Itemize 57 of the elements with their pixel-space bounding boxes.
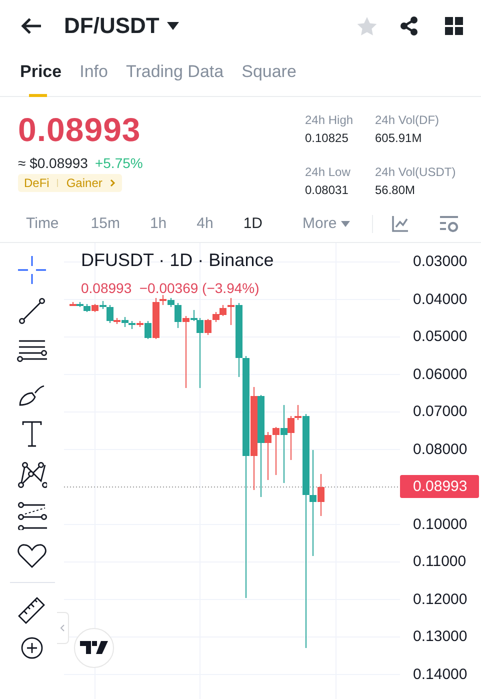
back-button[interactable]: [20, 17, 42, 36]
price-axis-label: 0.05000: [413, 328, 468, 346]
stat-value: 56.80M: [375, 183, 416, 198]
chart-type-icon[interactable]: [390, 214, 409, 233]
text-tool-icon[interactable]: [20, 420, 44, 448]
interval-tab[interactable]: More: [302, 215, 350, 232]
tab[interactable]: Info: [80, 52, 108, 97]
share-icon[interactable]: [399, 16, 419, 36]
tab[interactable]: Trading Data: [126, 52, 224, 97]
price-axis-label: 0.14000: [413, 666, 468, 684]
stat-value: 0.08031: [305, 183, 350, 198]
ruler-icon[interactable]: [17, 596, 47, 624]
grid-icon[interactable]: [445, 17, 463, 36]
price-axis-label: 0.08000: [413, 440, 468, 458]
heart-icon[interactable]: [17, 543, 47, 569]
chart-quote: 0.08993 −0.00369 (−3.94%): [81, 280, 260, 296]
price-axis-label: 0.11000: [413, 553, 466, 571]
stat-label: 24h Vol(USDT): [375, 165, 457, 180]
trend-line-icon[interactable]: [18, 297, 46, 325]
last-price: 0.08993: [18, 110, 142, 149]
price-axis-label: 0.07000: [413, 403, 468, 421]
tab[interactable]: Square: [242, 52, 296, 97]
chart-title: DFUSDT · 1D · Binance: [81, 250, 274, 271]
tradingview-logo-icon[interactable]: [74, 628, 114, 668]
price-axis-label: 0.13000: [413, 628, 468, 646]
crosshair-icon[interactable]: [18, 256, 46, 284]
price-change: +5.75%: [94, 154, 143, 171]
chevron-icon: [110, 178, 116, 187]
caret-icon[interactable]: [167, 22, 180, 30]
settings-icon[interactable]: [438, 214, 459, 233]
interval-tab[interactable]: 1h: [150, 215, 167, 232]
stat-label: 24h Low: [305, 165, 352, 180]
zoom-in-icon[interactable]: [21, 637, 43, 659]
stat-label: 24h Vol(DF): [375, 112, 440, 127]
tag-bar[interactable]: DeFi Gainer: [18, 174, 122, 192]
price-axis-label: 0.12000: [413, 590, 468, 608]
chevron-icon: [60, 624, 65, 632]
pair-title: DF/USDT: [64, 13, 160, 40]
price-axis-label: 0.04000: [413, 290, 468, 308]
interval-tab[interactable]: 1D: [243, 215, 263, 232]
price-axis-label: 0.10000: [413, 516, 468, 534]
interval-tab[interactable]: 4h: [196, 215, 214, 232]
stat-value: 0.10825: [305, 130, 350, 145]
last-price-tag: 0.08993: [400, 475, 480, 498]
stat-label: 24h High: [305, 112, 354, 127]
price-axis-label: 0.03000: [413, 253, 468, 271]
favorite-star-icon[interactable]: [357, 16, 377, 36]
interval-tab[interactable]: Time: [26, 215, 59, 232]
usd-price: ≈ $0.08993: [18, 154, 88, 171]
interval-tab[interactable]: 15m: [90, 215, 120, 232]
pattern-icon[interactable]: [17, 461, 47, 489]
tag-label: DeFi: [24, 176, 50, 190]
caret-icon: [340, 220, 350, 227]
price-axis-label: 0.06000: [413, 366, 468, 384]
tag-label: Gainer: [66, 176, 102, 190]
fibonacci-icon[interactable]: [17, 502, 47, 530]
stat-value: 605.91M: [375, 130, 423, 145]
